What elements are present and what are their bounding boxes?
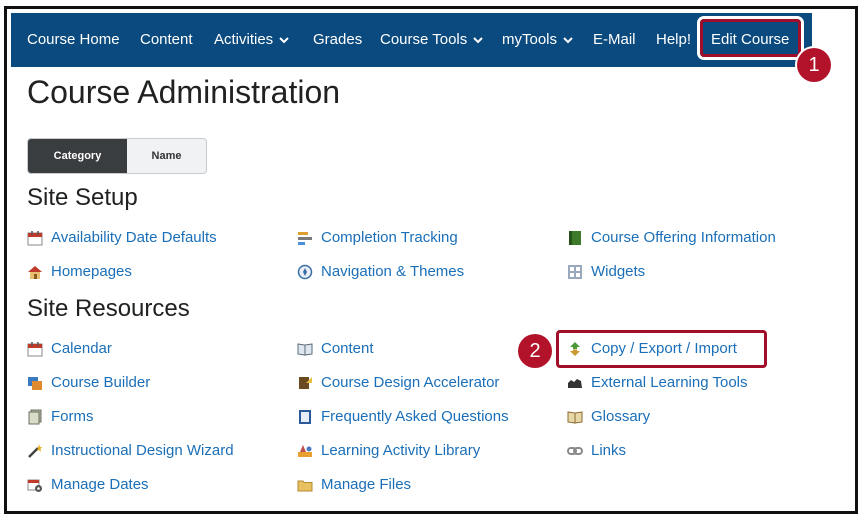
tool-label: Manage Dates <box>51 476 149 493</box>
glossary-icon <box>567 411 583 424</box>
link-icon <box>567 447 583 455</box>
chevron-down-icon <box>563 36 573 43</box>
tool-label: Availability Date Defaults <box>51 229 217 246</box>
library-icon <box>298 445 312 457</box>
compass-icon <box>297 264 313 280</box>
course-builder-icon <box>28 377 42 390</box>
wand-icon <box>28 444 42 458</box>
tool-label: Glossary <box>591 408 651 425</box>
book-icon <box>569 231 581 245</box>
page-title: Course Administration <box>27 74 341 110</box>
nav-email[interactable]: E-Mail <box>593 13 636 67</box>
copy-export-import-highlight <box>556 330 767 368</box>
section-title-site-setup: Site Setup <box>27 184 138 211</box>
chevron-down-icon <box>473 36 483 43</box>
completion-tracking-icon <box>298 232 312 245</box>
course-navbar: Course Home Content Activities Grades Co… <box>11 13 812 67</box>
design-accelerator-icon <box>299 377 312 389</box>
toggle-name-button[interactable]: Name <box>127 139 206 173</box>
tool-label: External Learning Tools <box>591 374 748 391</box>
nav-mytools[interactable]: myTools <box>502 13 573 67</box>
callout-badge-2: 2 <box>518 334 552 368</box>
forms-icon <box>28 409 42 425</box>
tool-label: Completion Tracking <box>321 229 458 246</box>
chevron-down-icon <box>279 36 289 43</box>
home-icon <box>28 266 42 279</box>
tool-label: Content <box>321 340 374 357</box>
toggle-category-button[interactable]: Category <box>28 139 127 173</box>
nav-edit-course[interactable]: Edit Course <box>711 13 789 67</box>
tool-label: Widgets <box>591 263 646 280</box>
calendar-icon <box>27 342 43 357</box>
open-book-icon <box>297 343 313 356</box>
tool-label: Course Offering Information <box>591 229 776 246</box>
nav-course-home[interactable]: Course Home <box>27 13 120 67</box>
tool-label: Course Builder <box>51 374 151 391</box>
faq-book-icon <box>299 410 311 424</box>
tool-label: Course Design Accelerator <box>321 374 500 391</box>
view-toggle: Category Name <box>27 138 207 174</box>
folder-icon <box>297 480 313 492</box>
widgets-grid-icon <box>568 265 582 279</box>
callout-badge-1: 1 <box>797 48 831 82</box>
tool-label: Homepages <box>51 263 132 280</box>
tool-label: Forms <box>51 408 94 425</box>
tool-label: Learning Activity Library <box>321 442 481 459</box>
tool-label: Instructional Design Wizard <box>51 442 234 459</box>
section-title-site-resources: Site Resources <box>27 295 190 322</box>
calendar-gear-icon <box>27 479 42 492</box>
tool-label: Links <box>591 442 627 459</box>
nav-content[interactable]: Content <box>140 13 193 67</box>
tool-label: Manage Files <box>321 476 412 493</box>
tool-label: Navigation & Themes <box>321 263 465 280</box>
puzzle-icon <box>568 379 582 388</box>
nav-grades[interactable]: Grades <box>313 13 362 67</box>
calendar-icon <box>27 231 43 246</box>
nav-activities[interactable]: Activities <box>214 13 289 67</box>
nav-course-tools[interactable]: Course Tools <box>380 13 483 67</box>
tool-label: Frequently Asked Questions <box>321 408 509 425</box>
tool-label: Calendar <box>51 340 112 357</box>
nav-help[interactable]: Help! <box>656 13 691 67</box>
